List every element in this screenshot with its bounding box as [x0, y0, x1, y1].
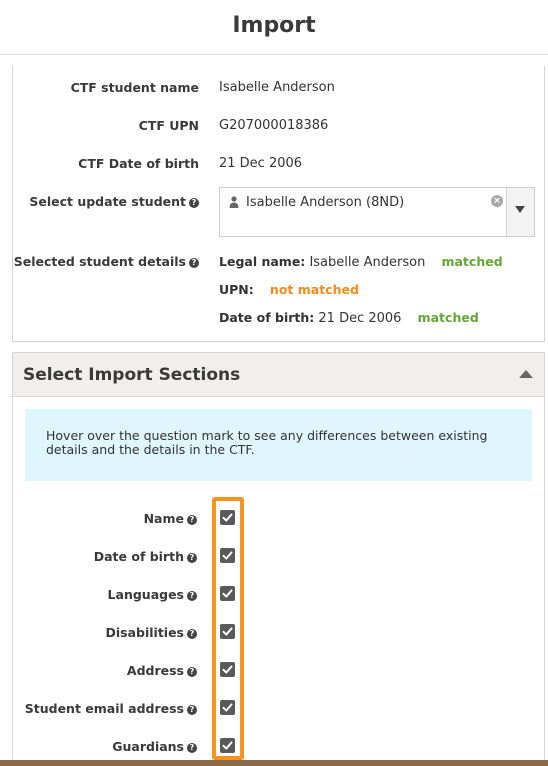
select-update-student-text: Select update student: [29, 194, 186, 209]
dob-value: 21 Dec 2006: [318, 311, 402, 326]
legal-name-value: Isabelle Anderson: [309, 255, 426, 270]
import-section-label: Guardians?: [13, 739, 197, 754]
student-details-panel: CTF student name Isabelle Anderson CTF U…: [12, 66, 545, 342]
ctf-dob-value: 21 Dec 2006: [219, 156, 303, 171]
import-section-label-text: Disabilities: [105, 625, 184, 640]
info-message: Hover over the question mark to see any …: [25, 409, 532, 481]
update-student-select[interactable]: Isabelle Anderson (8ND) ×: [219, 187, 535, 237]
import-section-label-text: Languages: [107, 587, 184, 602]
help-icon[interactable]: ?: [187, 629, 197, 639]
upn-row: UPN: not matched: [219, 282, 359, 298]
import-sections-header[interactable]: Select Import Sections: [13, 353, 544, 397]
ctf-upn-value: G207000018386: [219, 118, 329, 133]
page-title: Import: [232, 13, 316, 38]
import-section-label: Address?: [13, 663, 197, 678]
import-section-label: Date of birth?: [13, 549, 197, 564]
dob-status: matched: [417, 310, 479, 325]
ctf-student-name-label: CTF student name: [70, 80, 199, 95]
upn-status: not matched: [269, 282, 359, 297]
import-sections-title: Select Import Sections: [23, 365, 241, 385]
import-sections-panel: Select Import Sections Hover over the qu…: [12, 352, 545, 766]
help-icon[interactable]: ?: [187, 743, 197, 753]
import-section-label: Name?: [13, 511, 197, 526]
help-icon[interactable]: ?: [187, 553, 197, 563]
import-section-label-text: Date of birth: [93, 549, 184, 564]
import-section-label-text: Address: [126, 663, 184, 678]
dropdown-toggle[interactable]: [506, 188, 534, 236]
ctf-dob-label: CTF Date of birth: [78, 156, 199, 171]
legal-name-key: Legal name:: [219, 254, 306, 269]
ctf-student-name-value: Isabelle Anderson: [219, 80, 335, 95]
import-section-label-text: Student email address: [24, 701, 184, 716]
upn-key: UPN:: [219, 282, 254, 297]
help-icon[interactable]: ?: [189, 258, 199, 268]
help-icon[interactable]: ?: [189, 198, 199, 208]
dob-row: Date of birth: 21 Dec 2006 matched: [219, 310, 479, 326]
import-section-label: Disabilities?: [13, 625, 197, 640]
page-header: Import: [0, 0, 548, 55]
import-section-label-text: Guardians: [112, 739, 184, 754]
chevron-down-icon: [515, 206, 525, 213]
legal-name-status: matched: [441, 254, 503, 269]
dob-key: Date of birth:: [219, 310, 315, 325]
collapse-icon[interactable]: [519, 370, 533, 378]
checkbox-highlight: [212, 497, 244, 760]
select-update-student-label: Select update student?: [13, 194, 199, 209]
clear-icon[interactable]: ×: [491, 195, 503, 207]
bottom-bar: [0, 760, 548, 766]
import-section-label: Languages?: [13, 587, 197, 602]
legal-name-row: Legal name: Isabelle Anderson matched: [219, 254, 503, 270]
help-icon[interactable]: ?: [187, 667, 197, 677]
person-icon: [229, 196, 239, 211]
selected-student-value: Isabelle Anderson (8ND): [246, 195, 405, 210]
ctf-upn-label: CTF UPN: [138, 118, 199, 133]
import-section-label-text: Name: [143, 511, 184, 526]
import-section-label: Student email address?: [13, 701, 197, 716]
selected-student-details-label: Selected student details?: [13, 254, 199, 269]
help-icon[interactable]: ?: [187, 591, 197, 601]
selected-student-details-text: Selected student details: [13, 254, 186, 269]
help-icon[interactable]: ?: [187, 515, 197, 525]
help-icon[interactable]: ?: [187, 705, 197, 715]
